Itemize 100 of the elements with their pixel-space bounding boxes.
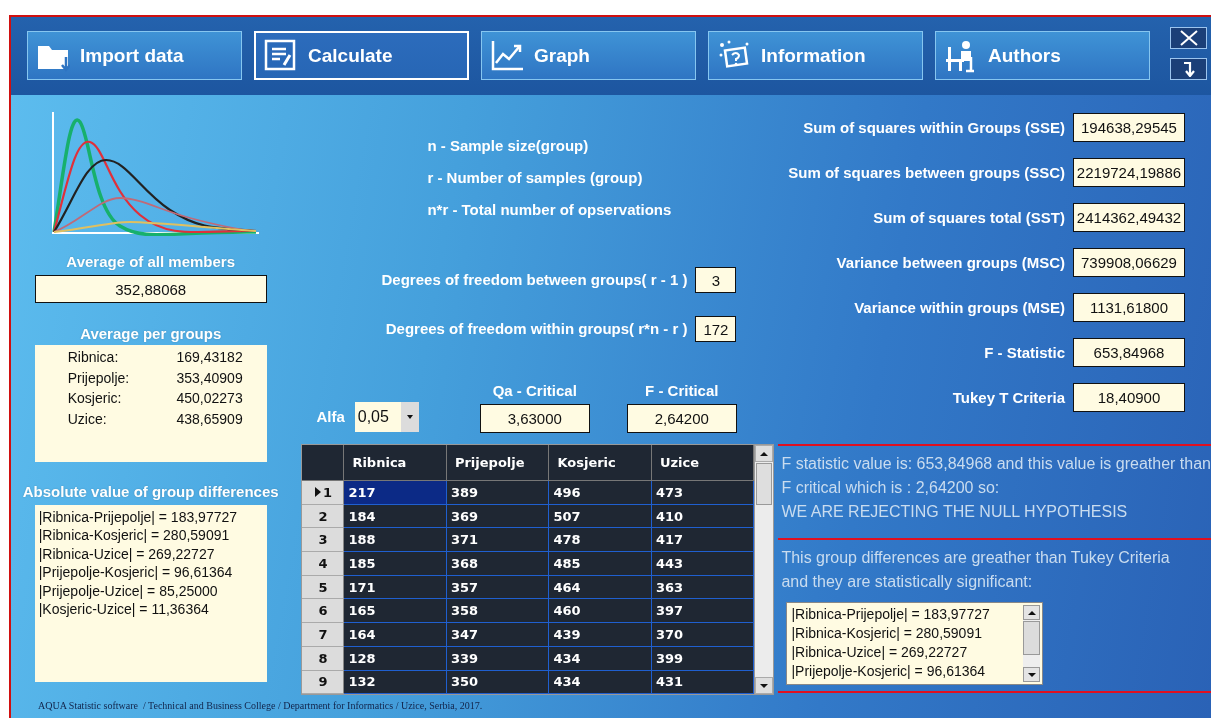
- difference-line: |Prijepolje-Uzice| = 85,25000: [38, 581, 219, 601]
- table-cell[interactable]: 464: [549, 575, 652, 600]
- table-cell[interactable]: 347: [446, 623, 550, 647]
- scrollbar-thumb[interactable]: [756, 463, 773, 505]
- table-cell[interactable]: 188: [344, 528, 447, 553]
- scrollbar[interactable]: [1023, 605, 1041, 682]
- table-cell[interactable]: 370: [651, 623, 755, 647]
- statistic-field: 194638,29545: [1073, 113, 1185, 142]
- table-cell[interactable]: 371: [446, 528, 550, 553]
- statistic-label: Sum of squares total (SST): [873, 207, 1065, 228]
- group-name: Prijepolje:: [67, 369, 131, 388]
- minimize-button[interactable]: [1170, 58, 1207, 80]
- list-item[interactable]: |Ribnica-Uzice| = 269,22727: [791, 643, 1020, 662]
- table-cell[interactable]: 389: [446, 481, 550, 505]
- group-average: 353,40909: [176, 369, 243, 388]
- difference-line: |Prijepolje-Kosjeric| = 96,61364: [38, 563, 234, 582]
- difference-line: |Ribnica-Kosjeric| = 280,59091: [38, 526, 231, 545]
- footer-text: AQUA Statistic software / Technical and Business College / Department for Informatics / Uzice, Serbia, 2017.: [37, 699, 484, 713]
- table-cell[interactable]: 357: [446, 575, 550, 600]
- column-header[interactable]: Uzice: [651, 445, 755, 481]
- table-cell[interactable]: 485: [549, 552, 652, 576]
- column-header[interactable]: Prijepolje: [446, 445, 550, 481]
- table-cell[interactable]: 185: [344, 552, 447, 576]
- critical-value-field: 2,64200: [626, 404, 737, 433]
- table-cell[interactable]: 460: [549, 599, 652, 624]
- table-cell[interactable]: 473: [651, 481, 755, 505]
- toolbar-button[interactable]: Calculate: [254, 31, 469, 80]
- group-name: Uzice:: [67, 411, 108, 430]
- table-cell[interactable]: 369: [446, 504, 550, 529]
- statistic-field: 739908,06629: [1073, 248, 1185, 277]
- table-cell[interactable]: 439: [549, 623, 652, 647]
- statistic-label: Variance between groups (MSC): [836, 252, 1065, 273]
- statistic-field: 1131,61800: [1073, 293, 1185, 322]
- row-header[interactable]: 2: [302, 504, 345, 529]
- table-cell[interactable]: 132: [344, 670, 447, 694]
- statistic-label: Variance within groups (MSE): [854, 297, 1065, 318]
- row-header[interactable]: 8: [302, 646, 345, 671]
- row-number: 2: [318, 508, 328, 524]
- scroll-up-icon: [1026, 608, 1037, 617]
- column-header[interactable]: Kosjeric: [549, 445, 652, 481]
- statistic-label: Sum of squares within Groups (SSE): [803, 117, 1065, 138]
- row-number: 9: [318, 674, 328, 690]
- scrollbar[interactable]: [754, 445, 774, 694]
- toolbar-button[interactable]: Import data: [27, 31, 242, 80]
- table-cell[interactable]: 410: [651, 504, 755, 529]
- statistic-label: Tukey T Criteria: [952, 387, 1065, 408]
- list-item[interactable]: |Ribnica-Prijepolje| = 183,97727: [791, 605, 1020, 624]
- scroll-up-icon: [759, 449, 770, 458]
- table-cell[interactable]: 358: [446, 599, 550, 624]
- row-number: 3: [318, 532, 328, 548]
- row-header[interactable]: 1: [302, 481, 345, 505]
- scrollbar-thumb[interactable]: [1023, 621, 1041, 655]
- list-item[interactable]: |Prijepolje-Kosjeric| = 96,61364: [791, 662, 1020, 681]
- toolbar-button[interactable]: Graph: [481, 31, 696, 80]
- toolbar-button[interactable]: Authors: [935, 31, 1150, 80]
- table-cell[interactable]: 128: [344, 646, 447, 671]
- row-header[interactable]: 7: [302, 623, 345, 647]
- table-cell[interactable]: 417: [651, 528, 755, 553]
- toolbar-button[interactable]: Information: [708, 31, 923, 80]
- table-cell[interactable]: 443: [651, 552, 755, 576]
- row-header[interactable]: 5: [302, 575, 345, 600]
- table-cell[interactable]: 165: [344, 599, 447, 624]
- alfa-dropdown[interactable]: 0,05: [354, 402, 419, 432]
- table-cell[interactable]: 164: [344, 623, 447, 647]
- table-cell[interactable]: 368: [446, 552, 550, 576]
- table-cell[interactable]: 171: [344, 575, 447, 600]
- column-header[interactable]: Ribnica: [344, 445, 447, 481]
- table-cell[interactable]: 507: [549, 504, 652, 529]
- conclusion-text: F critical which is : 2,64200 so:: [781, 478, 1001, 498]
- table-cell[interactable]: 363: [651, 575, 755, 600]
- table-cell[interactable]: 184: [344, 504, 447, 529]
- row-header[interactable]: 4: [302, 552, 345, 576]
- row-number: 7: [318, 626, 328, 642]
- definition-text: r - Number of samples (group): [427, 168, 644, 188]
- table-cell[interactable]: 217: [344, 481, 447, 505]
- alfa-label: Alfa: [316, 407, 345, 427]
- group-name: Ribnica:: [67, 349, 120, 367]
- critical-value-label: Qa - Critical: [492, 381, 577, 401]
- table-cell[interactable]: 478: [549, 528, 652, 553]
- section-heading: Average of all members: [66, 252, 236, 272]
- list-item[interactable]: |Ribnica-Kosjeric| = 280,59091: [791, 624, 1020, 643]
- significant-differences-list[interactable]: |Ribnica-Prijepolje| = 183,97727 |Ribnica-Kosjeric| = 280,59091 |Ribnica-Uzice| = 269,22727 |Prijepolje-Kosjeric| = 96,61364: [786, 602, 1044, 685]
- row-header[interactable]: 9: [302, 670, 345, 694]
- row-number: 1: [322, 484, 332, 500]
- row-header[interactable]: 6: [302, 599, 345, 624]
- table-cell[interactable]: 399: [651, 646, 755, 671]
- degrees-of-freedom-label: Degrees of freedom within groups( r*n - r ): [385, 319, 688, 339]
- table-cell[interactable]: 496: [549, 481, 652, 505]
- table-cell[interactable]: 350: [446, 670, 550, 694]
- difference-line: |Kosjeric-Uzice| = 11,36364: [38, 600, 210, 619]
- table-cell[interactable]: 431: [651, 670, 755, 694]
- row-number: 4: [318, 555, 328, 571]
- table-cell[interactable]: 397: [651, 599, 755, 624]
- table-cell[interactable]: 339: [446, 646, 550, 671]
- row-header[interactable]: 3: [302, 528, 345, 553]
- close-button[interactable]: [1170, 27, 1207, 49]
- close-icon: [1178, 29, 1199, 47]
- table-cell[interactable]: 434: [549, 646, 652, 671]
- table-cell[interactable]: 434: [549, 670, 652, 694]
- overall-average-field: 352,88068: [34, 275, 267, 303]
